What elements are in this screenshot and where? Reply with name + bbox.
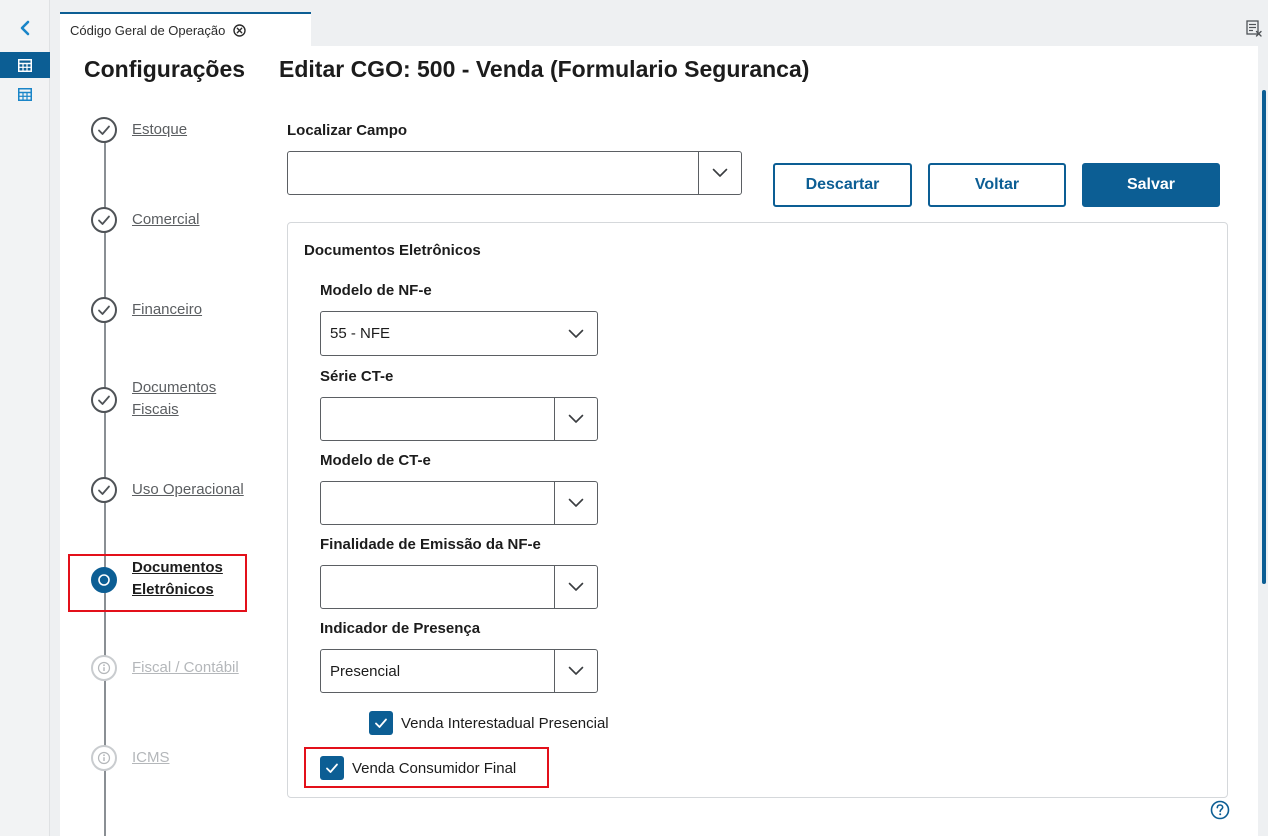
rail-item-cgo[interactable]	[0, 52, 50, 78]
sidebar-title: Configurações	[84, 56, 246, 82]
step-label[interactable]: Documentos Eletrônicos	[132, 557, 223, 601]
section-title: Documentos Eletrônicos	[304, 242, 481, 259]
chevron-down-icon	[568, 582, 584, 591]
tab-title: Código Geral de Operação	[70, 22, 226, 38]
presence-indicator-value: Presencial	[330, 662, 401, 680]
step-documentos-eletronicos[interactable]: Documentos Eletrônicos	[91, 559, 291, 617]
interstate-sale-checkbox[interactable]: Venda Interestadual Presencial	[369, 711, 609, 735]
field-label: Indicador de Presença	[320, 620, 481, 637]
nfe-purpose-select[interactable]	[320, 565, 598, 609]
info-icon	[97, 751, 111, 765]
step-current-indicator	[91, 567, 117, 593]
step-done-indicator	[91, 117, 117, 143]
checkbox-label: Venda Interestadual Presencial	[401, 714, 609, 732]
field-label: Finalidade de Emissão da NF-e	[320, 536, 541, 553]
cte-series-dropdown-toggle[interactable]	[554, 398, 597, 440]
chevron-down-icon	[568, 329, 583, 338]
main-panel: Configurações Editar CGO: 500 - Venda (F…	[60, 46, 1258, 836]
step-disabled-indicator	[91, 745, 117, 771]
cte-model-select[interactable]	[320, 481, 598, 525]
step-icms: ICMS	[91, 745, 291, 785]
collapse-menu-button[interactable]	[0, 12, 50, 44]
nfe-model-dropdown-toggle[interactable]	[554, 312, 597, 355]
step-label[interactable]: Financeiro	[132, 299, 202, 321]
step-label-line: Fiscais	[132, 401, 179, 418]
field-label: Série CT-e	[320, 368, 394, 385]
close-circle-icon	[233, 23, 247, 37]
save-button[interactable]: Salvar	[1082, 163, 1220, 207]
step-label[interactable]: Comercial	[132, 209, 200, 231]
step-documentos-fiscais[interactable]: Documentos Fiscais	[91, 379, 291, 437]
step-label-line: Documentos	[132, 559, 223, 576]
check-icon	[98, 485, 110, 495]
step-done-indicator	[91, 207, 117, 233]
discard-button[interactable]: Descartar	[773, 163, 912, 207]
table-icon	[18, 87, 32, 101]
step-fiscal-contabil: Fiscal / Contábil	[91, 655, 291, 695]
step-label-line: Documentos	[132, 379, 217, 396]
field-label: Modelo de CT-e	[320, 452, 431, 469]
step-label: ICMS	[132, 749, 170, 766]
check-icon	[98, 215, 110, 225]
check-icon	[375, 718, 387, 728]
tab-tools-button[interactable]	[1242, 16, 1266, 40]
page-title: Editar CGO: 500 - Venda (Formulario Segu…	[279, 56, 810, 82]
check-icon	[98, 395, 110, 405]
chevron-down-icon	[712, 168, 728, 177]
step-disabled-indicator	[91, 655, 117, 681]
step-done-indicator	[91, 297, 117, 323]
step-done-indicator	[91, 387, 117, 413]
chevron-left-icon	[20, 20, 30, 36]
step-label[interactable]: Uso Operacional	[132, 479, 244, 501]
tab-bar: Código Geral de Operação	[50, 0, 1268, 46]
search-select[interactable]	[287, 151, 742, 195]
step-done-indicator	[91, 477, 117, 503]
checkbox-box[interactable]	[320, 756, 344, 780]
step-label: Fiscal / Contábil	[132, 659, 239, 676]
step-financeiro[interactable]: Financeiro	[91, 297, 291, 337]
search-dropdown-toggle[interactable]	[698, 152, 741, 194]
field-label: Modelo de NF-e	[320, 282, 432, 299]
step-label[interactable]: Documentos Fiscais	[132, 377, 216, 421]
info-icon	[97, 661, 111, 675]
left-rail	[0, 0, 50, 836]
final-consumer-checkbox[interactable]: Venda Consumidor Final	[320, 756, 516, 780]
step-comercial[interactable]: Comercial	[91, 207, 291, 247]
step-uso-operacional[interactable]: Uso Operacional	[91, 477, 291, 517]
vertical-scrollbar[interactable]	[1262, 90, 1266, 584]
step-label-line: Eletrônicos	[132, 581, 214, 598]
rail-item-secondary[interactable]	[0, 81, 50, 107]
checkbox-box[interactable]	[369, 711, 393, 735]
tab-close-button[interactable]	[233, 23, 247, 37]
checkbox-label: Venda Consumidor Final	[352, 759, 517, 777]
help-icon	[1210, 800, 1230, 820]
back-button[interactable]: Voltar	[928, 163, 1066, 207]
chevron-down-icon	[568, 414, 584, 423]
clear-list-icon	[1246, 20, 1262, 37]
nfe-purpose-dropdown-toggle[interactable]	[554, 566, 597, 608]
check-icon	[98, 125, 110, 135]
search-label: Localizar Campo	[287, 122, 408, 139]
cte-series-select[interactable]	[320, 397, 598, 441]
table-icon	[18, 58, 32, 72]
cte-model-dropdown-toggle[interactable]	[554, 482, 597, 524]
section-card: Documentos Eletrônicos Modelo de NF-e 55…	[287, 222, 1228, 798]
nfe-model-value: 55 - NFE	[330, 325, 391, 342]
help-button[interactable]	[1210, 800, 1230, 820]
presence-indicator-select[interactable]: Presencial	[320, 649, 598, 693]
chevron-down-icon	[568, 666, 584, 675]
nfe-model-select[interactable]: 55 - NFE	[320, 311, 598, 356]
step-label[interactable]: Estoque	[132, 119, 187, 141]
presence-indicator-dropdown-toggle[interactable]	[554, 650, 597, 692]
step-estoque[interactable]: Estoque	[91, 117, 291, 157]
check-icon	[326, 763, 338, 773]
circle-icon	[98, 574, 110, 586]
check-icon	[98, 305, 110, 315]
chevron-down-icon	[568, 498, 584, 507]
tab-cgo[interactable]: Código Geral de Operação	[60, 12, 311, 46]
